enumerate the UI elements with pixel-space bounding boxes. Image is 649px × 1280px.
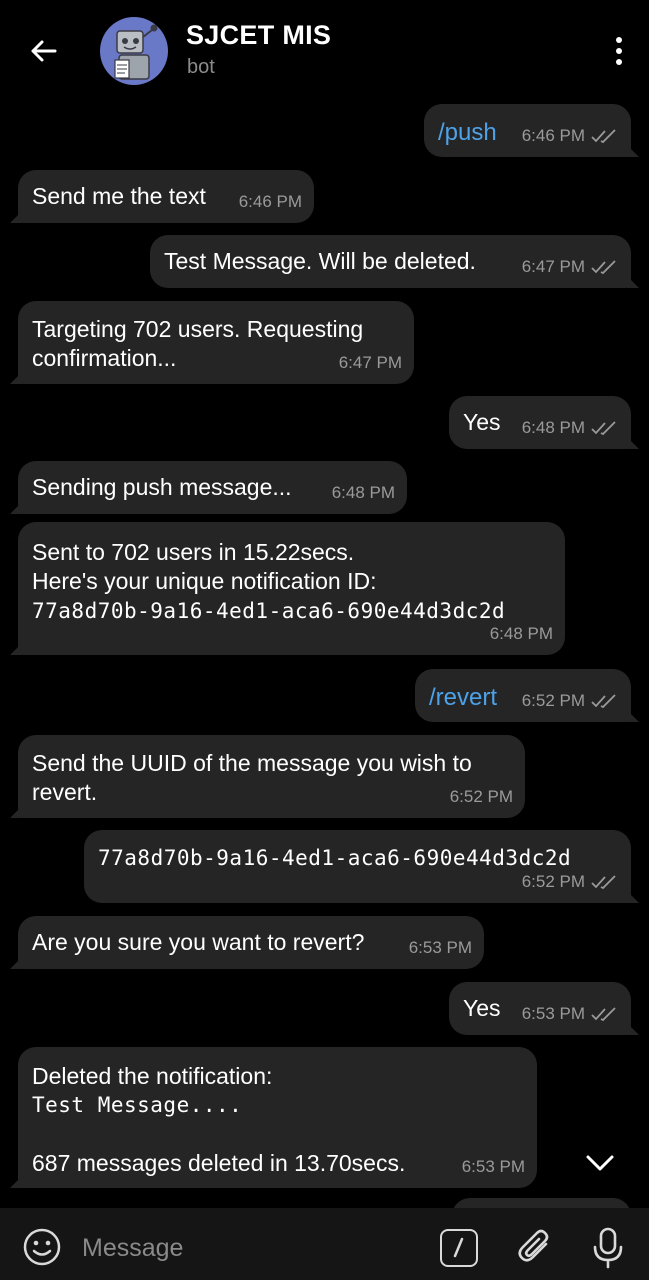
message-bubble-incoming[interactable]: Targeting 702 users. Requesting confirma… (10, 301, 414, 384)
message-time: 6:48 PM (489, 624, 553, 643)
uuid-code[interactable]: 77a8d70b-9a16-4ed1-aca6-690e44d3dc2d (98, 844, 571, 873)
scroll-down-button[interactable] (578, 1143, 622, 1183)
message-meta: 6:52 PM (450, 782, 513, 811)
message-bubble-outgoing[interactable]: /revert 6:52 PM (415, 669, 639, 722)
arrow-left-icon (31, 40, 57, 62)
message-bubble-incoming[interactable]: Send the UUID of the message you wish to… (10, 735, 525, 818)
double-check-icon (591, 420, 616, 435)
double-check-icon (591, 1006, 616, 1021)
message-time: 6:52 PM (521, 872, 585, 891)
message-text: Sent to 702 users in 15.22secs. (32, 539, 355, 565)
double-check-icon (591, 259, 616, 274)
message-meta: 6:48 PM (522, 413, 619, 442)
message-meta: 6:53 PM (522, 999, 619, 1028)
paperclip-icon[interactable] (516, 1226, 556, 1270)
emoji-icon[interactable] (22, 1227, 62, 1267)
bot-commands-button[interactable] (440, 1229, 478, 1267)
message-time: 6:53 PM (408, 938, 472, 957)
message-bubble-outgoing[interactable]: 77a8d70b-9a16-4ed1-aca6-690e44d3dc2d 6:5… (84, 830, 639, 903)
message-bubble-outgoing[interactable]: Test Message. Will be deleted. 6:47 PM (150, 235, 639, 288)
command-link[interactable]: /revert (429, 683, 497, 712)
message-text: Sending push message... (32, 474, 292, 500)
message-text: Send me the text (32, 183, 206, 209)
message-meta: 6:47 PM (339, 348, 402, 377)
message-time: 6:53 PM (461, 1157, 525, 1176)
robot-icon (114, 24, 158, 80)
message-bubble-outgoing[interactable]: Yes 6:53 PM (449, 982, 639, 1035)
message-meta: 6:48 PM (490, 619, 553, 648)
notification-id-code[interactable]: 77a8d70b-9a16-4ed1-aca6-690e44d3dc2d (32, 597, 505, 626)
message-meta: 6:46 PM (522, 121, 619, 150)
message-meta: 6:48 PM (332, 478, 395, 507)
message-bubble-incoming[interactable]: Send me the text 6:46 PM (10, 170, 314, 223)
message-time: 6:53 PM (521, 1004, 585, 1023)
message-text: Yes (463, 409, 501, 435)
more-vertical-icon (616, 37, 622, 43)
message-time: 6:48 PM (521, 418, 585, 437)
message-text: Send the UUID of the message you wish to… (32, 750, 472, 805)
chat-subtitle: bot (187, 56, 215, 78)
more-options-button[interactable] (607, 30, 631, 72)
message-meta: 6:52 PM (522, 867, 619, 896)
message-time: 6:46 PM (521, 126, 585, 145)
message-bubble-incoming[interactable]: Sending push message... 6:48 PM (10, 461, 407, 514)
message-bubble-incoming[interactable]: Deleted the notification: Test Message..… (10, 1047, 537, 1188)
message-bubble-incoming[interactable]: Sent to 702 users in 15.22secs. Here's y… (10, 522, 565, 655)
message-list[interactable]: /push 6:46 PM Send me the text 6:46 PM T… (0, 100, 649, 1208)
message-text: Are you sure you want to revert? (32, 929, 365, 955)
message-time: 6:46 PM (238, 192, 302, 211)
double-check-icon (591, 874, 616, 889)
message-time: 6:52 PM (521, 691, 585, 710)
chat-title[interactable]: SJCET MIS (186, 20, 331, 51)
bot-avatar[interactable] (100, 17, 168, 85)
message-text: 687 messages deleted in 13.70secs. (32, 1150, 406, 1176)
double-check-icon (591, 128, 616, 143)
command-link[interactable]: /push (438, 118, 497, 147)
message-text: Here's your unique notification ID: (32, 568, 377, 594)
message-text: Deleted the notification: (32, 1063, 273, 1089)
message-bubble-outgoing[interactable]: /push 6:46 PM (424, 104, 639, 157)
microphone-icon[interactable] (590, 1226, 626, 1270)
slash-command-icon (453, 1237, 464, 1258)
message-input[interactable] (82, 1228, 422, 1268)
message-meta: 6:47 PM (522, 252, 619, 281)
chevron-down-icon (586, 1155, 614, 1171)
message-time: 6:47 PM (521, 257, 585, 276)
chat-header: SJCET MIS bot (0, 0, 649, 100)
message-meta: 6:46 PM (239, 187, 302, 216)
message-time: 6:47 PM (338, 353, 402, 372)
message-code[interactable]: Test Message.... (32, 1091, 242, 1120)
message-meta: 6:52 PM (522, 686, 619, 715)
message-time: 6:52 PM (449, 787, 513, 806)
message-text: Test Message. Will be deleted. (164, 248, 476, 274)
message-meta: 6:53 PM (462, 1152, 525, 1181)
message-bubble-outgoing[interactable] (452, 1198, 631, 1208)
back-button[interactable] (22, 30, 64, 72)
double-check-icon (591, 693, 616, 708)
message-time: 6:48 PM (331, 483, 395, 502)
message-text: Targeting 702 users. Requesting confirma… (32, 316, 364, 371)
message-bubble-incoming[interactable]: Are you sure you want to revert? 6:53 PM (10, 916, 484, 969)
message-meta: 6:53 PM (409, 933, 472, 962)
message-text: Yes (463, 995, 501, 1021)
message-bubble-outgoing[interactable]: Yes 6:48 PM (449, 396, 639, 449)
